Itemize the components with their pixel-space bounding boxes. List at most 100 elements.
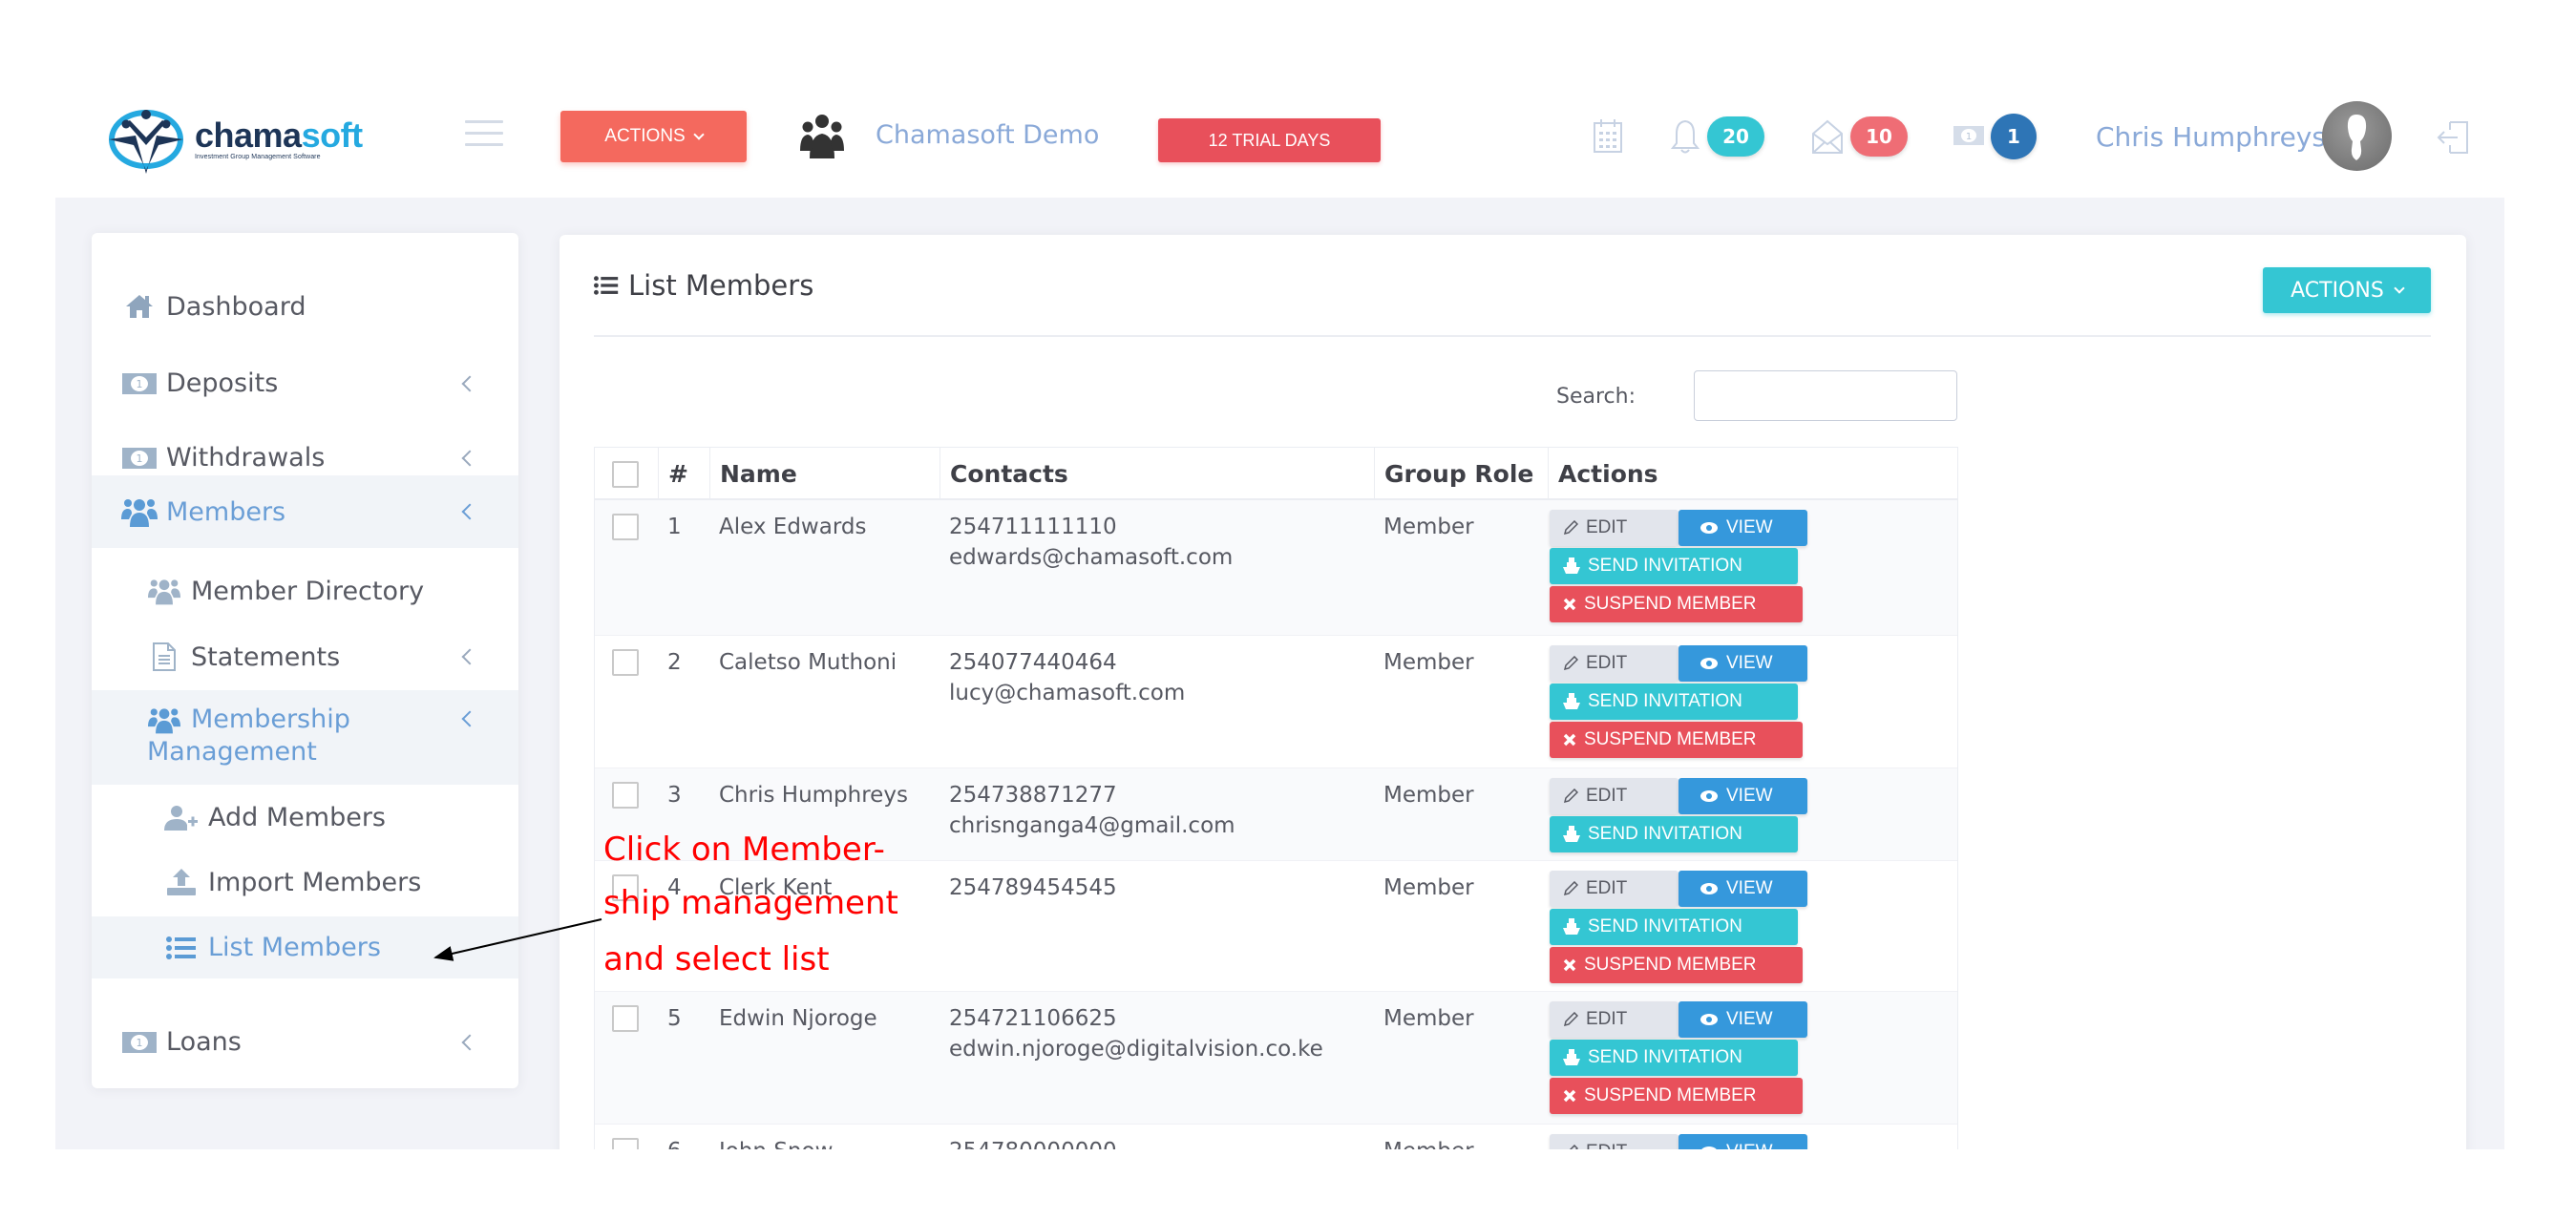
card-actions-button[interactable]: ACTIONS	[2263, 267, 2431, 313]
row-checkbox[interactable]	[612, 782, 639, 809]
row-checkbox[interactable]	[612, 514, 639, 540]
sidebar-item-label: Statements	[191, 642, 341, 672]
cell-contacts: 254721106625 edwin.njoroge@digitalvision.…	[940, 1003, 1323, 1064]
search-label: Search:	[1556, 385, 1636, 409]
cell-contacts: 254077440464 lucy@chamasoft.com	[940, 647, 1185, 708]
edit-button[interactable]: EDIT	[1550, 1001, 1679, 1038]
send-invitation-button[interactable]: SEND INVITATION	[1550, 1040, 1798, 1076]
send-invitation-label: SEND INVITATION	[1588, 1047, 1742, 1067]
content-area: Dashboard 1 Deposits 1 Withdrawals Membe…	[55, 198, 2504, 1149]
row-checkbox[interactable]	[612, 1005, 639, 1032]
edit-label: EDIT	[1586, 517, 1628, 537]
ship-icon	[1563, 557, 1580, 574]
send-invitation-button[interactable]: SEND INVITATION	[1550, 909, 1798, 945]
suspend-member-button[interactable]: SUSPEND MEMBER	[1550, 947, 1803, 983]
sidebar-item-deposits[interactable]: 1 Deposits	[92, 347, 518, 419]
column-header-number[interactable]: #	[658, 448, 709, 500]
edit-button[interactable]: EDIT	[1550, 645, 1679, 682]
user-avatar[interactable]	[2322, 101, 2392, 171]
cell-number: 6	[658, 1136, 682, 1149]
view-button[interactable]: VIEW	[1679, 1001, 1807, 1038]
home-icon	[120, 292, 158, 321]
money-icon[interactable]: 1	[1953, 124, 1985, 147]
sidebar-item-label: Deposits	[166, 368, 279, 398]
notifications-count-badge[interactable]: 20	[1707, 116, 1764, 157]
sidebar-item-members[interactable]: Members	[92, 475, 518, 548]
chevron-left-icon	[461, 503, 478, 520]
send-invitation-button[interactable]: SEND INVITATION	[1550, 684, 1798, 720]
chevron-left-icon	[461, 648, 478, 665]
sidebar-item-member-directory[interactable]: Member Directory	[92, 557, 518, 624]
view-button[interactable]: VIEW	[1679, 645, 1807, 682]
ship-icon	[1563, 693, 1580, 709]
column-header-group-role[interactable]: Group Role	[1374, 448, 1548, 500]
logo-word-chama: chama	[195, 116, 302, 155]
view-button[interactable]: VIEW	[1679, 1134, 1807, 1149]
money-icon: 1	[120, 369, 158, 398]
cell-group-role: Member	[1383, 1006, 1474, 1031]
members-table: # Name Contacts Group Role Actions 1 Alex…	[594, 447, 1958, 1149]
cell-name: John Snow	[709, 1136, 833, 1149]
bell-icon[interactable]	[1671, 118, 1700, 155]
menu-toggle-icon[interactable]	[465, 120, 503, 147]
edit-label: EDIT	[1586, 1009, 1628, 1029]
user-name-link[interactable]: Chris Humphreys	[2096, 121, 2326, 153]
send-invitation-button[interactable]: SEND INVITATION	[1550, 816, 1798, 852]
table-row: 1 Alex Edwards 254711111110 edwards@chamaso…	[595, 500, 1957, 636]
trial-days-badge[interactable]: 12 TRIAL DAYS	[1158, 118, 1381, 162]
chamasoft-logo[interactable]: chamasoft Investment Group Management So…	[107, 103, 412, 176]
cell-name: Caletso Muthoni	[719, 650, 897, 675]
column-header-contacts[interactable]: Contacts	[940, 448, 1374, 500]
view-label: VIEW	[1726, 1142, 1773, 1149]
sidebar-item-add-members[interactable]: Add Members	[92, 785, 518, 850]
column-header-name[interactable]: Name	[709, 448, 940, 500]
close-icon	[1563, 733, 1576, 747]
page-title-text: List Members	[628, 269, 814, 302]
header-actions-button[interactable]: ACTIONS	[560, 111, 747, 162]
logout-icon[interactable]	[2437, 120, 2469, 155]
money-icon: 1	[120, 1028, 158, 1057]
edit-button[interactable]: EDIT	[1550, 871, 1679, 907]
cell-group-role: Member	[1383, 875, 1474, 900]
row-checkbox[interactable]	[612, 1138, 639, 1149]
row-checkbox[interactable]	[612, 649, 639, 676]
table-header: # Name Contacts Group Role Actions	[595, 448, 1957, 500]
cell-number: 5	[667, 1006, 682, 1031]
sidebar-item-membership-management[interactable]: Membership Management	[92, 690, 518, 785]
document-icon	[145, 642, 183, 671]
group-name-link[interactable]: Chamasoft Demo	[876, 120, 1099, 150]
sidebar: Dashboard 1 Deposits 1 Withdrawals Membe…	[92, 233, 518, 1088]
suspend-member-button[interactable]: SUSPEND MEMBER	[1550, 722, 1803, 758]
cell-group-role: Member	[1383, 783, 1474, 808]
chevron-left-icon	[461, 375, 478, 391]
view-button[interactable]: VIEW	[1679, 778, 1807, 814]
edit-button[interactable]: EDIT	[1550, 778, 1679, 814]
select-all-checkbox[interactable]	[612, 460, 639, 488]
suspend-member-button[interactable]: SUSPEND MEMBER	[1550, 1078, 1803, 1114]
suspend-member-label: SUSPEND MEMBER	[1584, 729, 1757, 749]
edit-button[interactable]: EDIT	[1550, 1134, 1679, 1149]
envelope-open-icon[interactable]	[1811, 118, 1844, 155]
transactions-count-badge[interactable]: 1	[1991, 114, 2037, 159]
cell-contacts: 254780000000	[940, 1136, 1117, 1149]
header-actions-label: ACTIONS	[604, 126, 686, 146]
view-button[interactable]: VIEW	[1679, 871, 1807, 907]
sidebar-item-import-members[interactable]: Import Members	[92, 850, 518, 915]
send-invitation-button[interactable]: SEND INVITATION	[1550, 548, 1798, 584]
messages-count-badge[interactable]: 10	[1850, 116, 1908, 157]
search-input[interactable]	[1694, 370, 1957, 421]
list-icon	[162, 934, 201, 962]
eye-icon	[1700, 522, 1718, 534]
view-button[interactable]: VIEW	[1679, 510, 1807, 546]
sidebar-item-list-members[interactable]: List Members	[92, 916, 518, 978]
ship-icon	[1563, 918, 1580, 935]
sidebar-item-statements[interactable]: Statements	[92, 624, 518, 689]
suspend-member-button[interactable]: SUSPEND MEMBER	[1550, 586, 1803, 622]
sidebar-item-loans[interactable]: 1 Loans	[92, 1006, 518, 1078]
logo-tagline: Investment Group Management Software	[195, 154, 321, 160]
svg-text:1: 1	[137, 378, 143, 390]
calendar-icon[interactable]	[1593, 118, 1623, 155]
logo-people-icon	[109, 110, 183, 174]
edit-button[interactable]: EDIT	[1550, 510, 1679, 546]
sidebar-item-dashboard[interactable]: Dashboard	[92, 273, 518, 340]
